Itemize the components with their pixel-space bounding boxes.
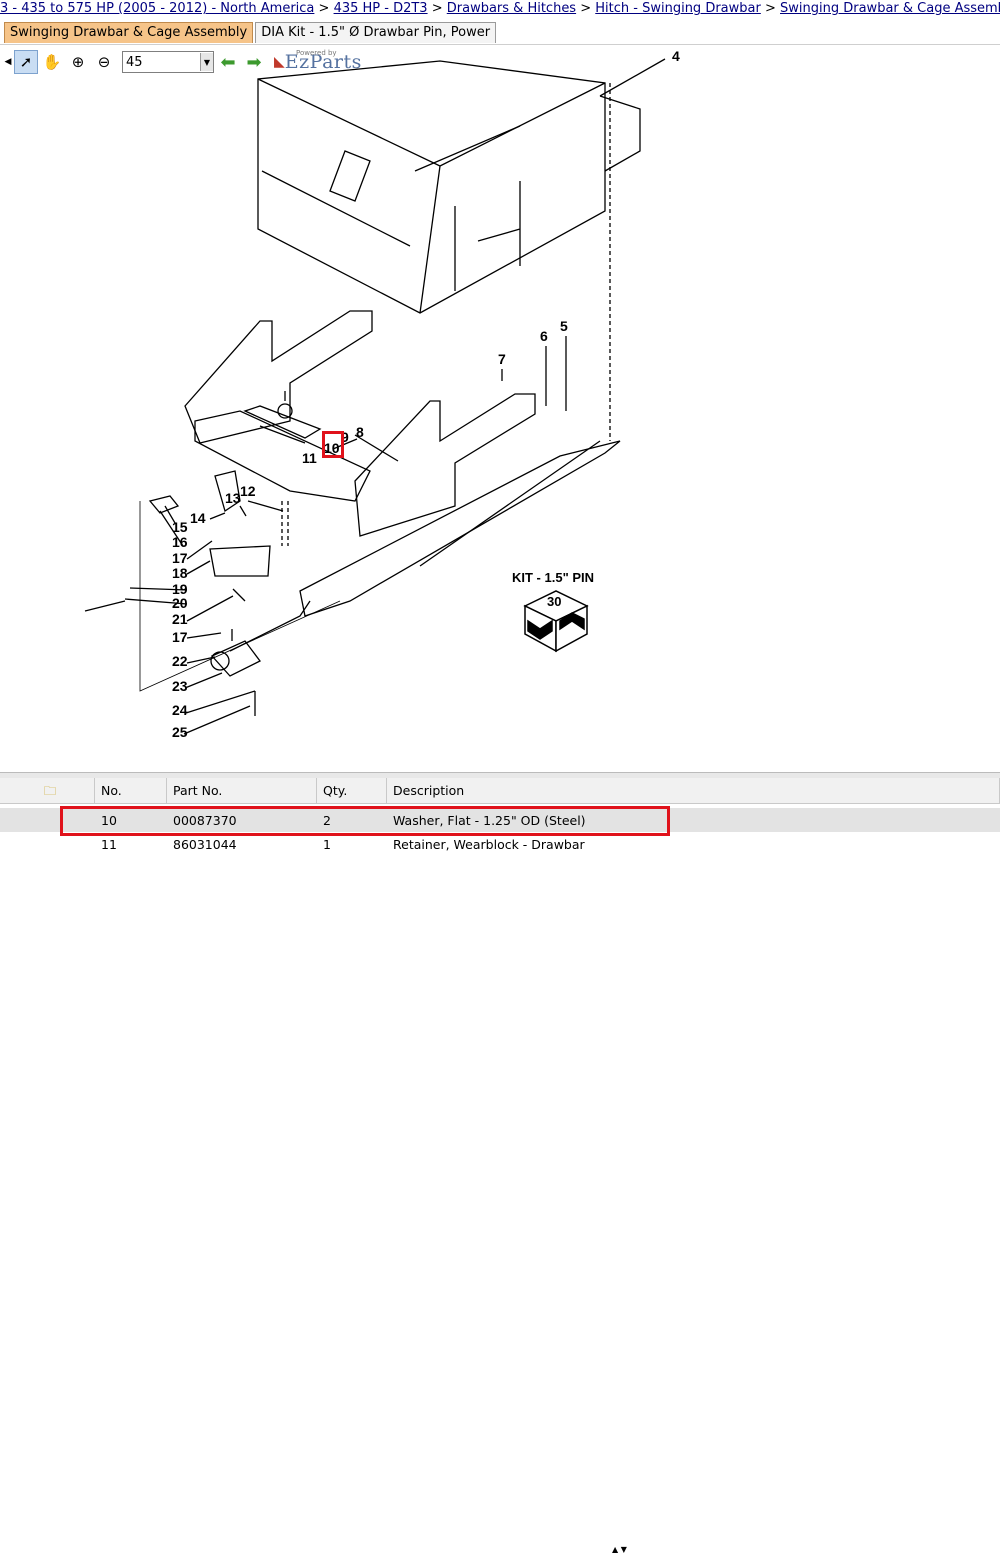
breadcrumb: 3 - 435 to 575 HP (2005 - 2012) - North … [0, 0, 1000, 20]
callout-16: 16 [172, 534, 188, 550]
callout-7: 7 [498, 351, 506, 367]
table-row[interactable]: 11 86031044 1 Retainer, Wearblock - Draw… [0, 832, 1000, 856]
breadcrumb-link-current[interactable]: Swinging Drawbar & Cage Assembly [780, 1, 1000, 16]
callout-12: 12 [240, 483, 256, 499]
callout-8: 8 [356, 424, 364, 440]
table-header: 🗀 No. Part No. Qty. Description [0, 778, 1000, 804]
selected-callout-highlight [322, 431, 344, 458]
chevron-down-icon[interactable]: ▼ [200, 53, 213, 71]
callout-24: 24 [172, 702, 188, 718]
zoom-select[interactable]: 45 ▼ [122, 51, 214, 73]
tab-bar: Swinging Drawbar & Cage Assembly DIA Kit… [0, 22, 497, 44]
brand-tagline: Powered by [296, 49, 337, 57]
splitter-arrows-icon[interactable]: ▲ ▼ [612, 1545, 627, 1554]
back-arrow-icon[interactable]: ⬅ [216, 50, 240, 74]
cell-qty: 1 [323, 836, 331, 852]
kit-number: 30 [547, 594, 561, 609]
cell-part-no: 00087370 [173, 812, 237, 828]
breadcrumb-link-model[interactable]: 3 - 435 to 575 HP (2005 - 2012) - North … [0, 1, 314, 16]
cage-frame [257, 60, 606, 314]
exploded-parts-diagram: 4 5 6 7 8 9 10 11 12 13 14 15 16 17 18 1… [84, 48, 680, 740]
callout-15: 15 [172, 519, 188, 535]
zoom-out-icon[interactable]: ⊖ [92, 50, 116, 74]
breadcrumb-link-subcategory[interactable]: Hitch - Swinging Drawbar [595, 1, 761, 16]
header-no[interactable]: No. [95, 778, 167, 803]
viewer-toolbar: ◀ ➚ ✋ ⊕ ⊖ 45 ▼ ⬅ ➡ ◣ Powered by EzParts [4, 49, 362, 75]
breadcrumb-separator: > [580, 1, 596, 16]
header-description[interactable]: Description [387, 778, 1000, 803]
forward-arrow-icon[interactable]: ➡ [242, 50, 266, 74]
callout-4: 4 [672, 48, 680, 64]
table-row[interactable]: 10 00087370 2 Washer, Flat - 1.25" OD (S… [0, 808, 1000, 832]
zoom-in-icon[interactable]: ⊕ [66, 50, 90, 74]
collapse-arrow-icon[interactable]: ◀ [4, 50, 12, 74]
bracket-right [354, 393, 536, 537]
callout-5: 5 [560, 318, 568, 334]
callout-22: 22 [172, 653, 188, 669]
breadcrumb-separator: > [431, 1, 447, 16]
kit-label: KIT - 1.5" PIN [512, 570, 594, 585]
ezparts-logo: ◣ Powered by EzParts [274, 49, 362, 73]
callout-20: 20 [172, 595, 188, 611]
header-qty[interactable]: Qty. [317, 778, 387, 803]
breadcrumb-link-engine[interactable]: 435 HP - D2T3 [334, 1, 428, 16]
callout-13: 13 [225, 490, 241, 506]
callout-6: 6 [540, 328, 548, 344]
pan-hand-icon[interactable]: ✋ [40, 50, 64, 74]
breadcrumb-link-category[interactable]: Drawbars & Hitches [447, 1, 576, 16]
drawbar-rail [299, 440, 621, 617]
callout-17a: 17 [172, 550, 188, 566]
callout-21: 21 [172, 611, 188, 627]
tab-swinging-drawbar[interactable]: Swinging Drawbar & Cage Assembly [4, 22, 254, 43]
cell-part-no: 86031044 [173, 836, 237, 852]
logo-mark-icon: ◣ [274, 54, 285, 70]
cell-description: Washer, Flat - 1.25" OD (Steel) [393, 812, 586, 828]
header-cart-icon[interactable]: 🗀 [0, 778, 95, 803]
cell-no: 10 [101, 812, 117, 828]
parts-table: 🗀 No. Part No. Qty. Description 10 00087… [0, 778, 1000, 856]
bracket-left [184, 310, 373, 444]
callout-14: 14 [190, 510, 206, 526]
zoom-value: 45 [126, 54, 143, 70]
callout-25: 25 [172, 724, 188, 740]
tab-dia-kit[interactable]: DIA Kit - 1.5" Ø Drawbar Pin, Power [255, 22, 497, 43]
callout-11: 11 [302, 450, 317, 466]
breadcrumb-separator: > [318, 1, 334, 16]
diagram-viewer[interactable]: 4 5 6 7 8 9 10 11 12 13 14 15 16 17 18 1… [0, 44, 1000, 773]
cell-qty: 2 [323, 812, 331, 828]
callout-18: 18 [172, 565, 188, 581]
callout-17b: 17 [172, 629, 188, 645]
cell-no: 11 [101, 836, 117, 852]
callout-23: 23 [172, 678, 188, 694]
breadcrumb-separator: > [764, 1, 781, 16]
header-part-no[interactable]: Part No. [167, 778, 317, 803]
cell-description: Retainer, Wearblock - Drawbar [393, 836, 585, 852]
pointer-tool-icon[interactable]: ➚ [14, 50, 38, 74]
